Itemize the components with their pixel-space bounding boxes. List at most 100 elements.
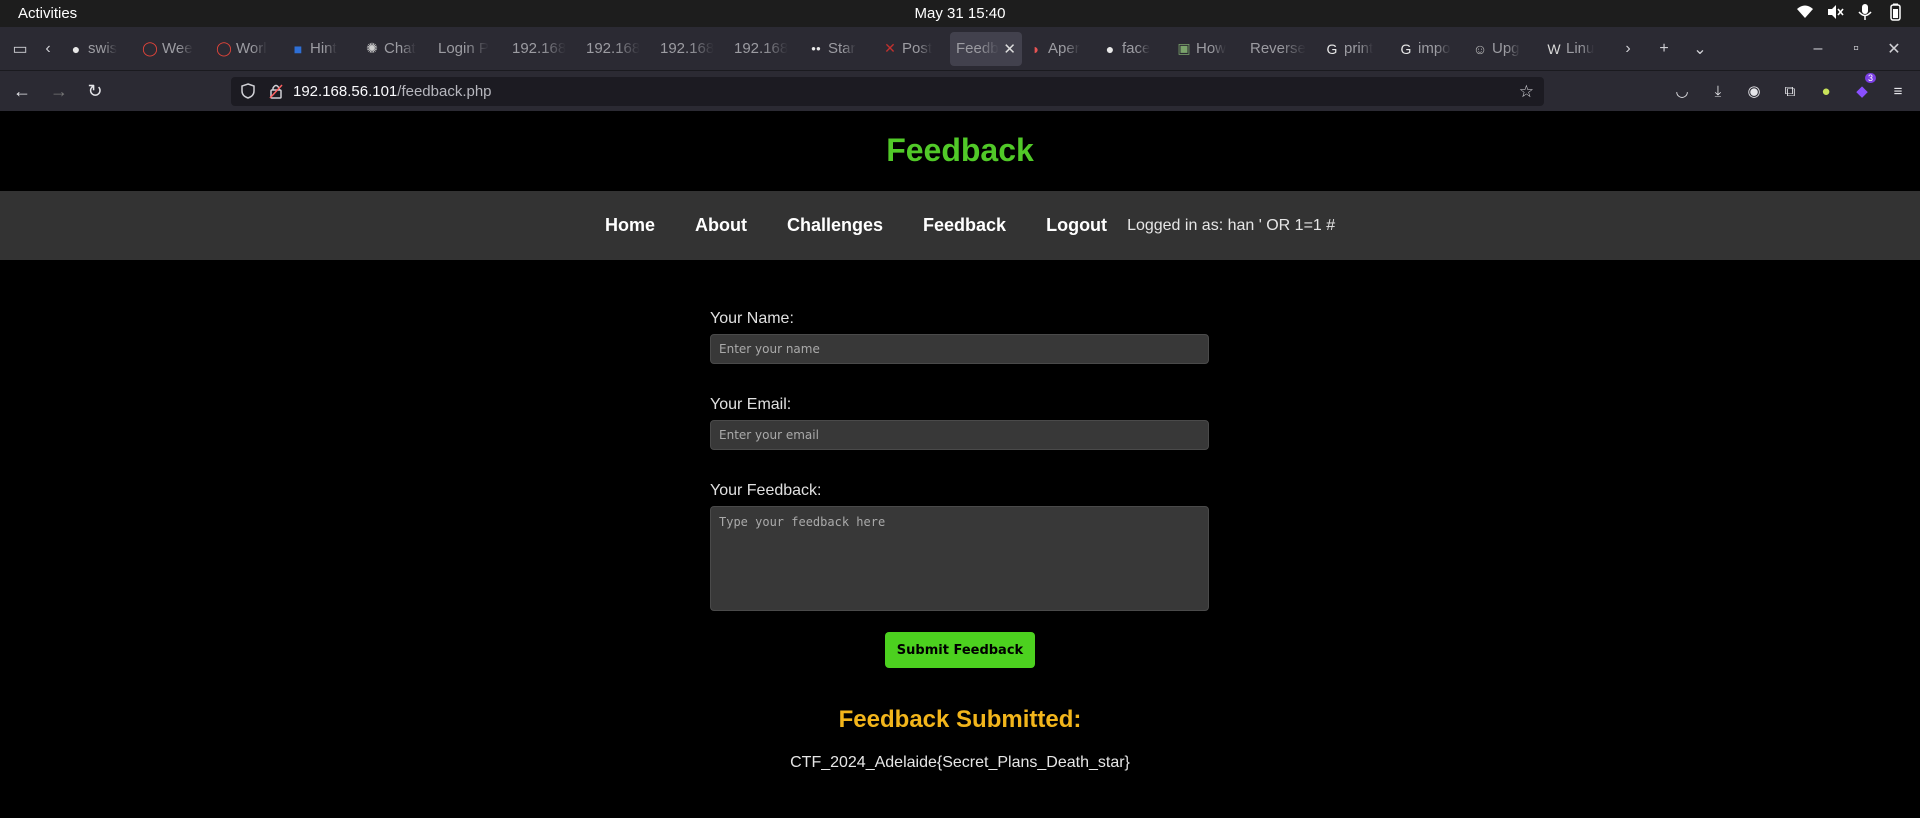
browser-tab[interactable]: Feedb ✕ [950, 31, 1022, 66]
browser-tab[interactable]: 192.168 [728, 32, 802, 66]
browser-tab[interactable]: ◯ Wee [136, 32, 210, 66]
url-text[interactable]: 192.168.56.101/feedback.php [293, 83, 492, 100]
browser-tab[interactable]: ☺ Upg [1466, 32, 1540, 66]
downloads-icon[interactable]: ⤓ [1706, 79, 1730, 103]
nav-link-challenges[interactable]: Challenges [787, 215, 883, 236]
browser-tab[interactable]: 192.168 [506, 32, 580, 66]
browser-tab[interactable]: W Linu [1540, 32, 1614, 66]
tab-label: Post [902, 40, 933, 57]
tab-label: 192.168 [660, 40, 715, 57]
browser-navigation-bar: ← → ↻ 192.168.56.101/feedback.php ☆ ◡ ⤓ … [0, 70, 1920, 112]
tab-label: print [1344, 40, 1374, 57]
melon-icon: ◗ [1031, 40, 1041, 57]
nav-link-about[interactable]: About [695, 215, 747, 236]
ghost-icon: ☺ [1472, 40, 1488, 57]
address-bar[interactable]: 192.168.56.101/feedback.php ☆ [231, 77, 1544, 106]
tab-label: Wee [162, 40, 193, 57]
volume-muted-icon [1828, 5, 1844, 19]
tracking-protection-shield-icon[interactable] [241, 83, 255, 99]
page-title: Feedback [886, 132, 1034, 168]
browser-tab[interactable]: 192.168 [580, 32, 654, 66]
browser-tab[interactable]: ◯ Worl [210, 32, 284, 66]
browser-tab[interactable]: ✺ Chat [358, 32, 432, 66]
nav-link-feedback[interactable]: Feedback [923, 215, 1006, 236]
tab-scroll-right-icon[interactable]: › [1614, 35, 1642, 63]
insecure-lock-icon[interactable] [269, 83, 283, 99]
github-icon: ● [1105, 40, 1115, 57]
extension-badge-icon[interactable]: ◆ 3 [1850, 73, 1876, 103]
close-window-icon[interactable]: ✕ [1880, 35, 1908, 63]
feedback-textarea[interactable]: Type your feedback here [710, 506, 1209, 611]
nav-link-logout[interactable]: Logout [1046, 215, 1107, 236]
red-circle-icon: ◯ [142, 40, 158, 56]
firefox-view-icon[interactable]: ▭ [6, 35, 34, 63]
browser-tab[interactable]: ● face [1096, 32, 1170, 66]
new-tab-icon[interactable]: + [1650, 35, 1678, 63]
system-tray[interactable] [1796, 3, 1904, 21]
web-page: Feedback Home About Challenges Feedback … [0, 111, 1920, 818]
feedback-label: Your Feedback: [710, 482, 822, 499]
email-label: Your Email: [710, 396, 792, 413]
list-all-tabs-icon[interactable]: ⌄ [1686, 35, 1714, 63]
tab-scroll-left-icon[interactable]: ‹ [34, 35, 62, 63]
reload-icon[interactable]: ↻ [83, 79, 107, 103]
hackthebox-icon: ✕ [884, 40, 896, 56]
pocket-icon[interactable]: ◡ [1670, 79, 1694, 103]
medium-icon: ●● [811, 44, 821, 53]
bookmark-star-icon[interactable]: ☆ [1519, 82, 1534, 102]
os-top-bar: Activities May 31 15:40 [0, 0, 1920, 27]
tab-label: Chat [384, 40, 416, 57]
extension-badge-count: 3 [1864, 73, 1876, 83]
restore-window-icon[interactable]: ▫ [1842, 35, 1870, 63]
browser-tab[interactable]: ✕ Post [876, 32, 950, 66]
extensions-icon[interactable]: ⧉ [1778, 79, 1802, 103]
github-icon: ● [71, 40, 81, 57]
browser-tab[interactable]: Gimpo [1392, 32, 1466, 66]
tab-label: Worl [236, 40, 267, 57]
tab-label: 192.168 [586, 40, 641, 57]
submit-feedback-button[interactable]: Submit Feedback [885, 632, 1035, 668]
extension-foxyproxy-icon[interactable]: ● [1814, 79, 1838, 103]
feedback-result-text: CTF_2024_Adelaide{Secret_Plans_Death_sta… [790, 754, 1130, 771]
feedback-submitted-heading: Feedback Submitted: [838, 706, 1082, 733]
openai-icon: ✺ [366, 40, 378, 56]
email-input[interactable]: Enter your email [710, 420, 1209, 450]
tab-label: Login P [438, 40, 489, 57]
tab-label: impo [1418, 40, 1451, 57]
box-icon: ■ [293, 40, 303, 57]
tab-label: Linu [1566, 40, 1595, 57]
tab-label: Star [828, 40, 856, 57]
tab-label: 192.168 [512, 40, 567, 57]
tab-label: Aper [1048, 40, 1080, 57]
browser-tab[interactable]: ■ Hint [284, 32, 358, 66]
browser-tab[interactable]: ● swis [62, 32, 136, 66]
tab-label: Feedb [956, 40, 999, 57]
tab-label: Reverse [1250, 40, 1306, 57]
close-tab-icon[interactable]: ✕ [1003, 40, 1016, 58]
browser-tab[interactable]: ◗ Aper [1022, 32, 1096, 66]
tab-label: How [1196, 40, 1227, 57]
clock[interactable]: May 31 15:40 [0, 5, 1920, 22]
url-path: /feedback.php [397, 83, 492, 100]
browser-tab[interactable]: ▣ How [1170, 32, 1244, 66]
image-icon: ▣ [1177, 40, 1191, 56]
browser-tab[interactable]: Gprint [1318, 32, 1392, 66]
tab-label: 192.168 [734, 40, 789, 57]
minimize-window-icon[interactable]: – [1804, 35, 1832, 63]
tab-label: swis [88, 40, 118, 57]
browser-tab[interactable]: Reverse [1244, 32, 1318, 66]
browser-tab[interactable]: Login P [432, 32, 506, 66]
tab-label: Upg [1492, 40, 1520, 57]
wifi-icon [1797, 5, 1813, 18]
name-input[interactable]: Enter your name [710, 334, 1209, 364]
name-label: Your Name: [710, 310, 794, 327]
account-icon[interactable]: ◉ [1742, 79, 1766, 103]
url-host: 192.168.56.101 [293, 83, 398, 100]
wordpress-icon: W [1547, 40, 1561, 57]
app-menu-icon[interactable]: ≡ [1886, 79, 1910, 103]
browser-tab[interactable]: 192.168 [654, 32, 728, 66]
browser-tab[interactable]: ●● Star [802, 32, 876, 66]
forward-icon[interactable]: → [47, 79, 71, 103]
back-icon[interactable]: ← [10, 79, 34, 103]
nav-link-home[interactable]: Home [605, 215, 655, 236]
